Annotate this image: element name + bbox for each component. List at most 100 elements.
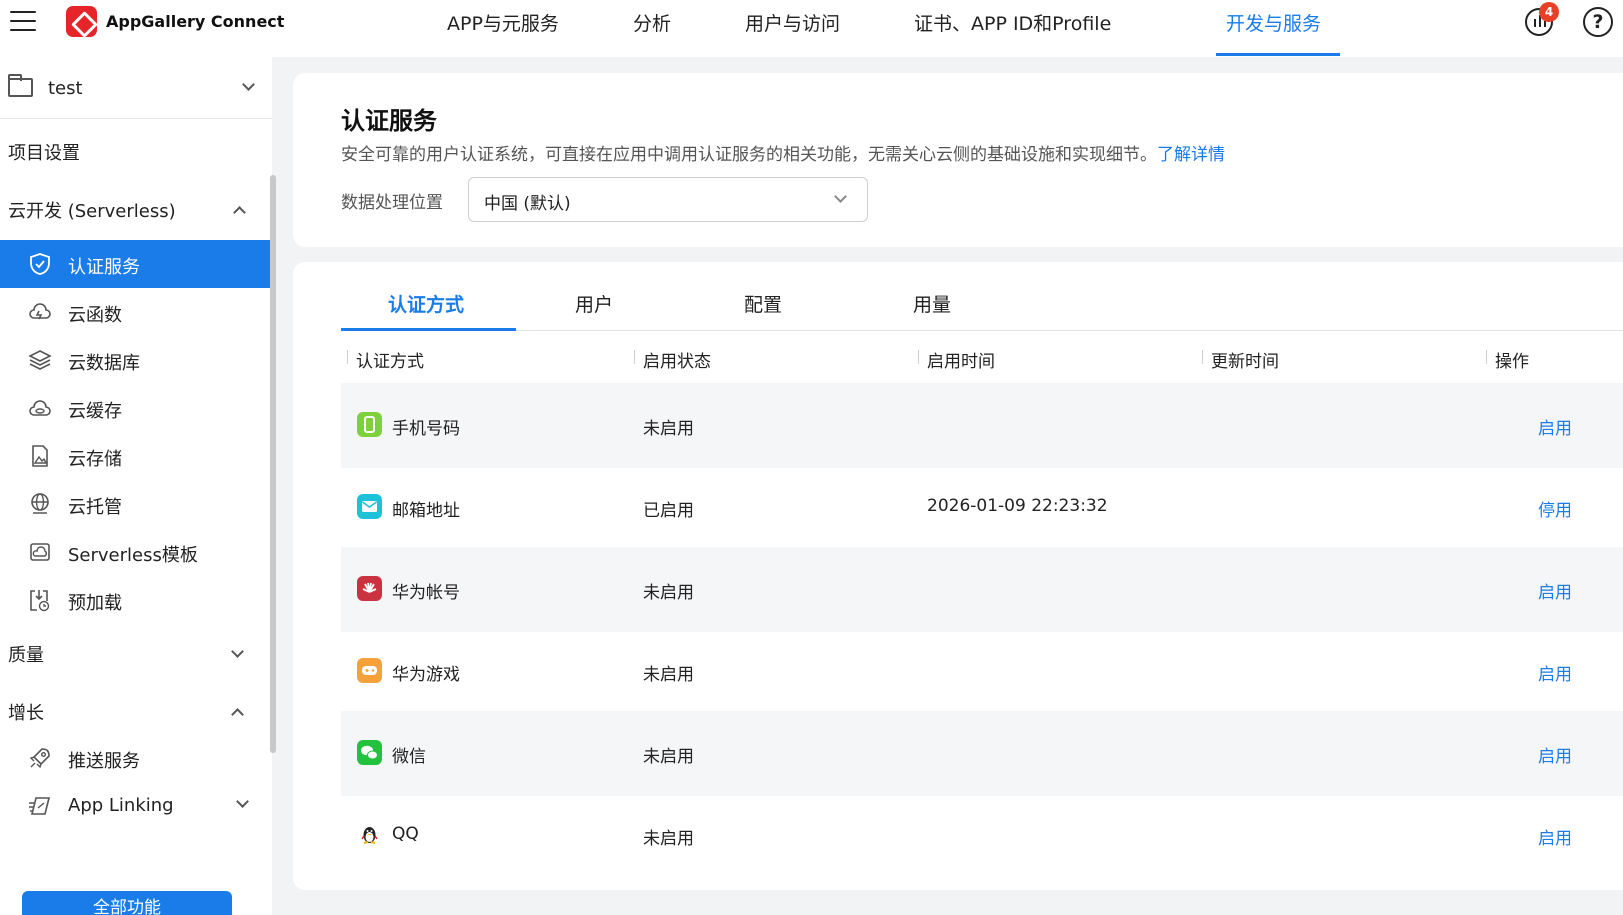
method-status: 未启用	[643, 583, 694, 603]
page-description: 安全可靠的用户认证系统，可直接在应用中调用认证服务的相关功能，无需关心云侧的基础…	[341, 140, 1225, 165]
nav-users-access[interactable]: 用户与访问	[745, 9, 840, 57]
notification-badge: 4	[1539, 2, 1559, 22]
sidebar-item-cloud-storage[interactable]: 云存储	[0, 432, 272, 480]
tab-auth-methods[interactable]: 认证方式	[388, 290, 464, 317]
sidebar-item-cloud-database[interactable]: 云数据库	[0, 336, 272, 384]
method-name: 手机号码	[392, 419, 460, 439]
sidebar-item-serverless-template[interactable]: Serverless模板	[0, 528, 272, 576]
appgallery-logo-icon[interactable]	[66, 6, 97, 37]
help-icon[interactable]: ?	[1583, 7, 1613, 37]
method-status: 未启用	[643, 419, 694, 439]
column-header-method: 认证方式	[347, 347, 424, 372]
method-name: 邮箱地址	[392, 501, 460, 521]
sidebar-item-preload[interactable]: 预加载	[0, 576, 272, 624]
sidebar-section-serverless[interactable]: 云开发 (Serverless)	[8, 197, 176, 223]
service-header-card: 认证服务 安全可靠的用户认证系统，可直接在应用中调用认证服务的相关功能，无需关心…	[293, 73, 1623, 247]
sidebar-scrollbar[interactable]	[270, 175, 276, 753]
enable-button[interactable]: 启用	[1538, 414, 1572, 439]
table-row: QQ 未启用 启用	[341, 793, 1623, 878]
chevron-down-icon	[231, 645, 244, 658]
sidebar-item-auth-service[interactable]: 认证服务	[0, 240, 272, 288]
table-header: 认证方式 启用状态 启用时间 更新时间 操作	[341, 331, 1623, 383]
chevron-down-icon	[242, 78, 255, 91]
enable-button[interactable]: 启用	[1538, 824, 1572, 849]
method-name: QQ	[392, 824, 419, 844]
tab-bar: 认证方式 用户 配置 用量	[341, 262, 1623, 331]
sidebar-item-label: 云托管	[68, 497, 122, 518]
enabled-time: 2026-01-09 22:23:32	[927, 496, 1108, 516]
method-name: 华为游戏	[392, 665, 460, 685]
table-row: 微信 未启用 启用	[341, 711, 1623, 796]
table-row: 手机号码 未启用 启用	[341, 383, 1623, 468]
sidebar-item-label: 云函数	[68, 305, 122, 326]
sidebar-item-cloud-hosting[interactable]: 云托管	[0, 480, 272, 528]
sidebar-project-settings[interactable]: 项目设置	[8, 139, 80, 165]
rocket-icon	[29, 748, 50, 769]
table-row: 华为帐号 未启用 启用	[341, 547, 1623, 632]
phone-icon	[357, 412, 382, 437]
enable-button[interactable]: 启用	[1538, 578, 1572, 603]
storage-image-icon	[32, 445, 48, 467]
shield-check-icon	[30, 253, 50, 275]
all-features-button[interactable]: 全部功能	[22, 891, 232, 915]
brand-name[interactable]: AppGallery Connect	[106, 12, 284, 31]
disable-button[interactable]: 停用	[1538, 496, 1572, 521]
table-row: 华为游戏 未启用 启用	[341, 629, 1623, 714]
cloud-cache-icon	[29, 400, 51, 416]
chevron-up-icon	[231, 708, 244, 721]
auth-methods-card: 认证方式 用户 配置 用量 认证方式 启用状态 启用时间 更新时间 操作 手机号…	[293, 262, 1623, 890]
email-icon	[357, 494, 382, 519]
database-layers-icon	[28, 350, 52, 370]
nav-active-indicator	[1216, 53, 1340, 56]
sidebar-section-quality[interactable]: 质量	[8, 641, 44, 667]
nav-app-services[interactable]: APP与元服务	[447, 9, 559, 57]
project-selector[interactable]: test	[0, 57, 272, 119]
method-name: 华为帐号	[392, 583, 460, 603]
sidebar-item-cloud-functions[interactable]: 云函数	[0, 288, 272, 336]
tab-config[interactable]: 配置	[744, 290, 782, 317]
sidebar-item-label: 推送服务	[68, 751, 140, 772]
huawei-logo-icon	[357, 576, 382, 601]
wechat-icon	[357, 740, 382, 765]
gamepad-icon	[357, 658, 382, 683]
folder-icon	[8, 74, 33, 97]
chevron-up-icon	[233, 206, 246, 219]
nav-develop-services[interactable]: 开发与服务	[1226, 9, 1321, 57]
enable-button[interactable]: 启用	[1538, 660, 1572, 685]
location-select[interactable]: 中国 (默认)	[468, 177, 868, 222]
sidebar-item-app-linking[interactable]: App Linking	[0, 782, 272, 830]
sidebar-item-cloud-cache[interactable]: 云缓存	[0, 384, 272, 432]
column-header-enabled-time: 启用时间	[918, 347, 995, 372]
globe-icon	[31, 493, 49, 514]
chevron-down-icon	[834, 190, 847, 203]
page-title: 认证服务	[341, 107, 437, 135]
sidebar-item-label: 认证服务	[68, 257, 140, 278]
tab-usage[interactable]: 用量	[913, 290, 951, 317]
nav-analytics[interactable]: 分析	[633, 9, 671, 57]
method-name: 微信	[392, 747, 426, 767]
sidebar-item-label: 预加载	[68, 593, 122, 614]
preload-clock-icon	[30, 590, 50, 612]
enable-button[interactable]: 启用	[1538, 742, 1572, 767]
column-header-updated-time: 更新时间	[1202, 347, 1279, 372]
cloud-function-icon	[29, 303, 51, 320]
menu-icon[interactable]	[10, 11, 36, 33]
chevron-down-icon	[236, 795, 249, 808]
method-status: 未启用	[643, 829, 694, 849]
description-text: 安全可靠的用户认证系统，可直接在应用中调用认证服务的相关功能，无需关心云侧的基础…	[341, 145, 1157, 165]
location-label: 数据处理位置	[341, 193, 443, 213]
tab-users[interactable]: 用户	[575, 290, 613, 317]
table-row: 邮箱地址 已启用 2026-01-09 22:23:32 停用	[341, 465, 1623, 550]
location-value: 中国 (默认)	[484, 194, 571, 214]
nav-certificates[interactable]: 证书、APP ID和Profile	[914, 9, 1111, 57]
sidebar-item-label: 云数据库	[68, 353, 140, 374]
column-header-status: 启用状态	[634, 347, 711, 372]
learn-more-link[interactable]: 了解详情	[1157, 145, 1225, 165]
sidebar-section-growth[interactable]: 增长	[8, 699, 44, 725]
top-bar: AppGallery Connect APP与元服务 分析 用户与访问 证书、A…	[0, 0, 1623, 57]
template-icon	[30, 543, 50, 561]
column-header-action: 操作	[1486, 347, 1529, 372]
method-status: 未启用	[643, 747, 694, 767]
sidebar-item-push-service[interactable]: 推送服务	[0, 734, 272, 782]
sidebar: test 项目设置 云开发 (Serverless) 认证服务 云函数 云数据库…	[0, 57, 276, 915]
